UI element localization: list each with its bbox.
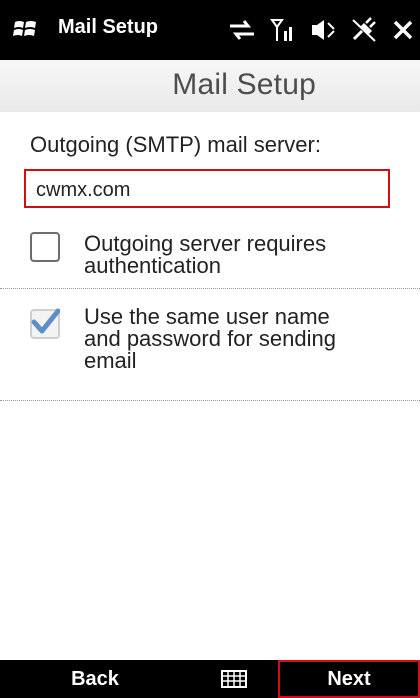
same-credentials-label-line1: Use the same user name — [84, 304, 330, 329]
divider — [0, 400, 420, 401]
requires-auth-checkbox[interactable] — [30, 232, 60, 262]
volume-icon[interactable] — [310, 17, 336, 43]
requires-auth-label: Outgoing server requires authentication — [84, 233, 404, 277]
sync-icon[interactable] — [228, 18, 256, 42]
title-bar: Mail Setup — [0, 0, 420, 60]
smtp-server-field-container[interactable] — [24, 169, 390, 208]
page-header: Mail Setup — [0, 60, 420, 113]
requires-auth-label-line1: Outgoing server requires — [84, 231, 327, 256]
close-icon[interactable] — [392, 19, 414, 41]
keyboard-icon — [221, 670, 247, 688]
app-title: Mail Setup — [58, 16, 159, 38]
signal-icon[interactable] — [270, 17, 296, 43]
keyboard-button[interactable] — [190, 660, 278, 698]
same-credentials-label-line3: email — [84, 348, 137, 373]
power-plug-icon[interactable] — [350, 17, 378, 43]
mail-setup-form: Outgoing (SMTP) mail server: Outgoing se… — [0, 112, 420, 660]
status-icons — [228, 13, 414, 47]
requires-auth-label-line2: authentication — [84, 253, 221, 278]
same-credentials-label: Use the same user name and password for … — [84, 306, 404, 372]
checkmark-icon — [31, 308, 60, 334]
same-credentials-label-line2: and password for sending — [84, 326, 336, 351]
page-title: Mail Setup — [172, 68, 316, 101]
option-requires-auth[interactable]: Outgoing server requires authentication — [30, 230, 400, 286]
smtp-server-input[interactable] — [36, 177, 376, 203]
back-button[interactable]: Back — [0, 660, 190, 698]
same-credentials-checkbox[interactable] — [30, 308, 60, 339]
divider — [0, 288, 420, 289]
option-same-credentials[interactable]: Use the same user name and password for … — [30, 306, 400, 386]
next-button[interactable]: Next — [278, 660, 420, 698]
windows-logo-icon[interactable] — [12, 14, 42, 44]
smtp-server-label: Outgoing (SMTP) mail server: — [30, 132, 321, 157]
softkey-bar: Back Next — [0, 660, 420, 698]
